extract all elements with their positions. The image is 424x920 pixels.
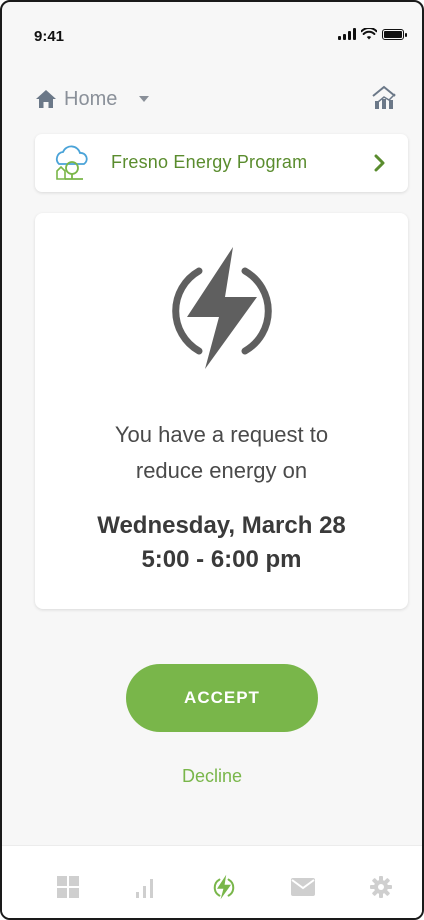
tab-messages[interactable] [290,874,316,900]
status-time: 9:41 [34,28,65,45]
energy-program-icon [55,145,88,180]
program-name: Fresno Energy Program [111,152,308,172]
request-message-line1: You have a request to [114,422,329,447]
tab-usage[interactable] [132,874,158,900]
signal-icon [338,28,356,40]
request-date: Wednesday, March 28 [97,512,346,539]
home-icon[interactable] [34,88,58,110]
grid-icon [57,876,79,898]
tab-settings[interactable] [368,874,394,900]
chevron-right-icon [374,154,385,172]
tab-events[interactable] [211,874,237,900]
bar-chart-icon [136,879,153,898]
tab-bar [2,845,422,918]
chevron-down-icon[interactable] [139,96,150,102]
lightning-icon [213,874,235,900]
decline-link[interactable]: Decline [2,766,422,787]
top-nav: Home [34,82,398,116]
request-time-range: 5:00 - 6:00 pm [141,546,302,573]
wifi-icon [361,28,377,40]
tab-dashboard[interactable] [55,874,81,900]
home-analytics-icon[interactable] [370,84,398,110]
energy-request-card: You have a request to reduce energy on W… [35,213,408,609]
phone-screen: 9:41 Home Fresno Energy Program You have… [0,0,424,920]
mail-icon [291,878,315,896]
battery-icon [382,28,407,40]
location-selector-label[interactable]: Home [64,88,117,111]
status-icons [338,28,407,40]
request-message-line2: reduce energy on [135,458,308,483]
status-bar: 9:41 [2,2,422,72]
gear-icon [370,876,392,898]
program-selector[interactable]: Fresno Energy Program [35,134,408,192]
accept-button[interactable]: ACCEPT [126,664,318,732]
lightning-bolt-icon [172,247,272,369]
